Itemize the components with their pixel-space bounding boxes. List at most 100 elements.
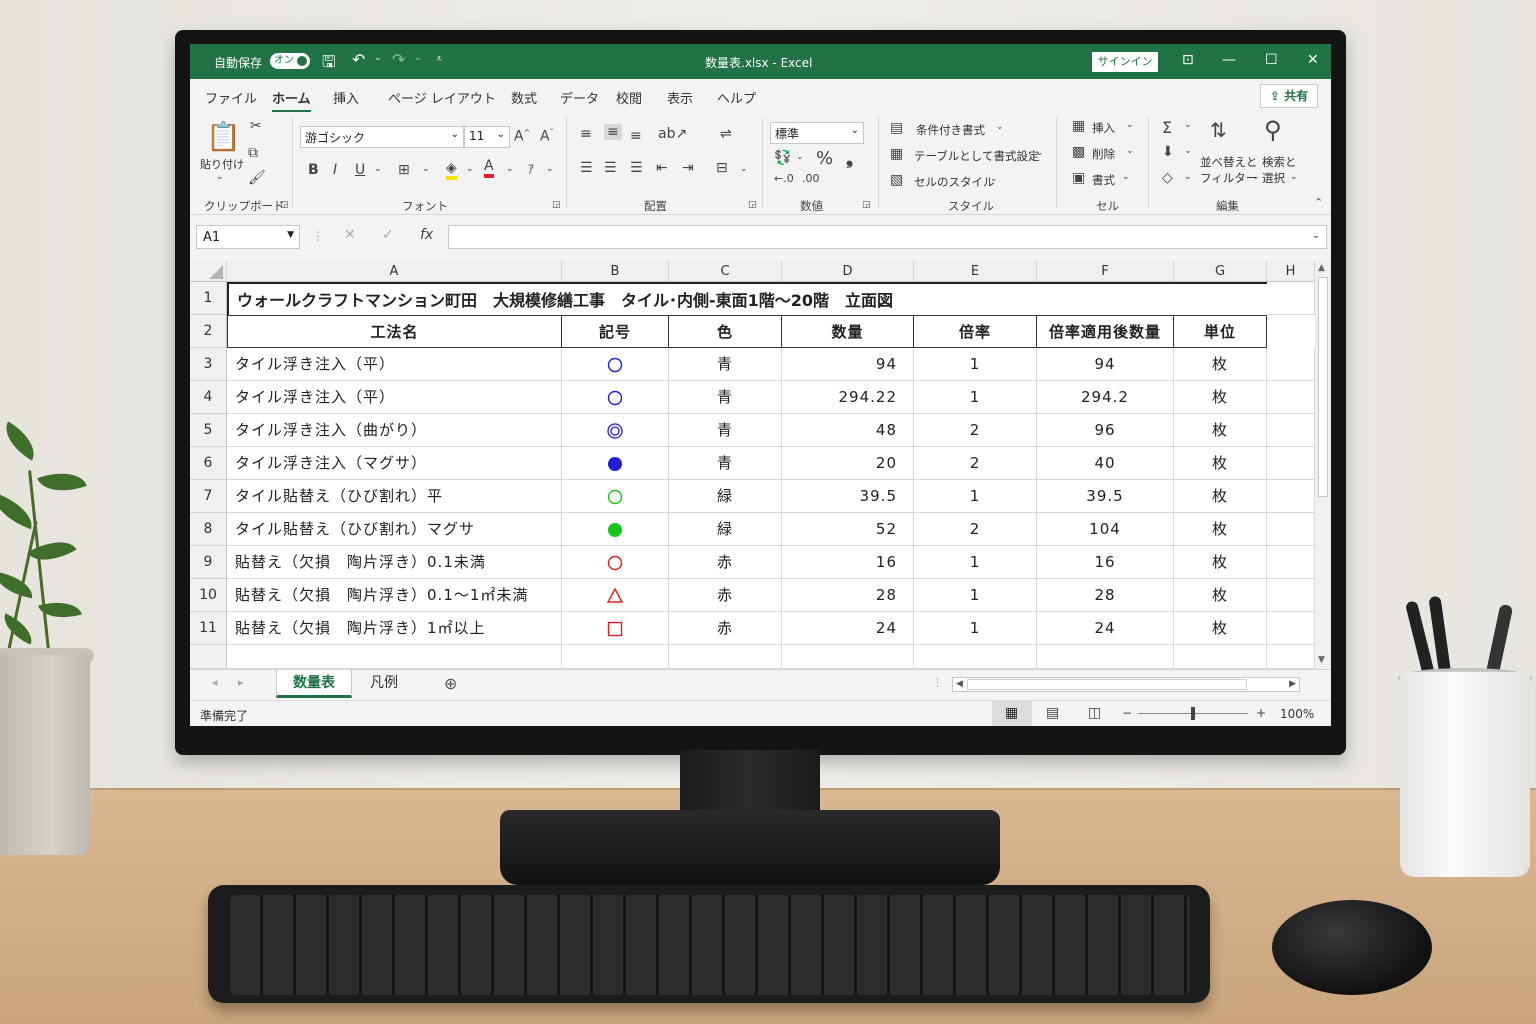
method-cell[interactable]: タイル浮き注入（平）: [227, 348, 562, 381]
cut-icon[interactable]: ✂: [250, 118, 262, 134]
adjusted-quantity-cell[interactable]: 24: [1037, 612, 1174, 645]
zoom-slider[interactable]: [1138, 707, 1248, 720]
unit-cell[interactable]: 枚: [1174, 480, 1267, 513]
row-header[interactable]: 1: [190, 282, 227, 315]
fill-color-icon[interactable]: ◈: [446, 160, 457, 180]
method-cell[interactable]: タイル貼替え（ひび割れ）マグサ: [227, 513, 562, 546]
cell-styles-dropdown-icon[interactable]: ⌄: [990, 174, 998, 184]
horizontal-scroll-thumb[interactable]: [967, 679, 1247, 690]
tab-view[interactable]: 表示: [667, 88, 693, 107]
color-cell[interactable]: 緑: [669, 480, 782, 513]
merge-dropdown-icon[interactable]: ⌄: [740, 164, 748, 174]
undo-icon[interactable]: ↶: [352, 50, 365, 69]
align-bottom-icon[interactable]: ≡: [630, 128, 642, 144]
symbol-cell[interactable]: [562, 513, 669, 546]
symbol-cell[interactable]: [562, 414, 669, 447]
copy-icon[interactable]: ⧉: [248, 145, 258, 161]
minimize-icon[interactable]: —: [1222, 52, 1236, 68]
scroll-right-icon[interactable]: ▶: [1289, 679, 1296, 689]
zoom-level[interactable]: 100%: [1280, 707, 1314, 721]
adjusted-quantity-cell[interactable]: 104: [1037, 513, 1174, 546]
phonetic-icon[interactable]: ｱ: [528, 160, 534, 177]
row-header[interactable]: 10: [190, 579, 227, 612]
adjusted-quantity-cell[interactable]: 40: [1037, 447, 1174, 480]
horizontal-scrollbar[interactable]: ◀ ▶: [952, 677, 1300, 692]
align-center-icon[interactable]: ☰: [604, 160, 617, 176]
tab-data[interactable]: データ: [560, 88, 599, 107]
delete-cells-dropdown-icon[interactable]: ⌄: [1126, 146, 1134, 156]
symbol-cell[interactable]: [562, 348, 669, 381]
rate-cell[interactable]: 2: [914, 447, 1037, 480]
unit-cell[interactable]: 枚: [1174, 348, 1267, 381]
row-header[interactable]: 11: [190, 612, 227, 645]
paste-icon[interactable]: 📋: [206, 120, 241, 153]
insert-cells-button[interactable]: 挿入: [1092, 120, 1115, 136]
color-cell[interactable]: 青: [669, 447, 782, 480]
align-top-icon[interactable]: ≡: [580, 126, 592, 142]
close-icon[interactable]: ✕: [1307, 52, 1319, 68]
cell[interactable]: [1267, 282, 1315, 315]
worksheet-grid[interactable]: A B C D E F G H 1 2 3 4 5 6 7 8 9 10 11 …: [190, 261, 1315, 669]
cell[interactable]: [1267, 579, 1315, 612]
method-cell[interactable]: タイル貼替え（ひび割れ）平: [227, 480, 562, 513]
ribbon-display-icon[interactable]: ⊡: [1182, 52, 1194, 68]
zoom-slider-thumb[interactable]: [1191, 707, 1195, 720]
column-header-a[interactable]: A: [227, 261, 562, 282]
cell[interactable]: [914, 645, 1037, 669]
header-quantity[interactable]: 数量: [782, 315, 914, 348]
cell[interactable]: [669, 645, 782, 669]
paste-dropdown-icon[interactable]: ⌄: [216, 172, 224, 182]
cell[interactable]: [1267, 513, 1315, 546]
decrease-decimal-icon[interactable]: .00: [802, 172, 820, 185]
comma-style-icon[interactable]: ❟: [846, 148, 853, 169]
find-select-icon[interactable]: ⚲: [1264, 116, 1282, 144]
number-format-dropdown[interactable]: 標準 ⌄: [770, 122, 864, 144]
adjusted-quantity-cell[interactable]: 294.2: [1037, 381, 1174, 414]
redo-dropdown-icon[interactable]: ⌄: [414, 53, 422, 63]
row-header[interactable]: [190, 645, 227, 669]
scroll-up-icon[interactable]: ▲: [1318, 263, 1325, 273]
header-method[interactable]: 工法名: [227, 315, 562, 348]
cell-styles-icon[interactable]: ▧: [890, 172, 903, 188]
unit-cell[interactable]: 枚: [1174, 579, 1267, 612]
alignment-launcher-icon[interactable]: ◲: [748, 200, 757, 210]
phonetic-dropdown-icon[interactable]: ⌄: [546, 164, 554, 174]
cell[interactable]: [1267, 546, 1315, 579]
cell[interactable]: [1267, 348, 1315, 381]
tab-home[interactable]: ホーム: [272, 88, 311, 113]
next-sheet-icon[interactable]: ▸: [238, 676, 244, 689]
tab-review[interactable]: 校閲: [616, 88, 642, 107]
rate-cell[interactable]: 1: [914, 381, 1037, 414]
underline-dropdown-icon[interactable]: ⌄: [374, 164, 382, 174]
conditional-format-icon[interactable]: ▤: [890, 120, 903, 136]
adjusted-quantity-cell[interactable]: 16: [1037, 546, 1174, 579]
row-header[interactable]: 5: [190, 414, 227, 447]
unit-cell[interactable]: 枚: [1174, 381, 1267, 414]
row-header[interactable]: 9: [190, 546, 227, 579]
wrap-text-icon[interactable]: ⇌: [720, 126, 732, 142]
cell[interactable]: [782, 645, 914, 669]
sort-filter-icon[interactable]: ⇅: [1210, 118, 1227, 142]
color-cell[interactable]: 青: [669, 414, 782, 447]
sort-filter-dropdown-icon[interactable]: ⌄: [1252, 172, 1260, 182]
header-adjusted-quantity[interactable]: 倍率適用後数量: [1037, 315, 1174, 348]
increase-indent-icon[interactable]: ⇥: [682, 160, 694, 176]
tab-page-layout[interactable]: ページ レイアウト: [388, 88, 496, 107]
page-layout-view-icon[interactable]: ▤: [1046, 705, 1059, 721]
underline-icon[interactable]: U: [355, 162, 365, 178]
decrease-indent-icon[interactable]: ⇤: [656, 160, 668, 176]
font-color-dropdown-icon[interactable]: ⌄: [506, 164, 514, 174]
unit-cell[interactable]: 枚: [1174, 414, 1267, 447]
cell[interactable]: [227, 645, 562, 669]
method-cell[interactable]: 貼替え（欠損 陶片浮き）1㎡以上: [227, 612, 562, 645]
sort-filter-label-1[interactable]: 並べ替えと: [1200, 154, 1258, 170]
insert-cells-dropdown-icon[interactable]: ⌄: [1126, 120, 1134, 130]
decrease-font-icon[interactable]: Aˇ: [540, 128, 554, 145]
fill-color-dropdown-icon[interactable]: ⌄: [466, 164, 474, 174]
column-header-e[interactable]: E: [914, 261, 1037, 282]
column-header-b[interactable]: B: [562, 261, 669, 282]
font-name-dropdown[interactable]: 游ゴシック ⌄: [300, 126, 464, 148]
symbol-cell[interactable]: [562, 546, 669, 579]
select-all-corner[interactable]: [190, 261, 227, 282]
fill-icon[interactable]: ⬇: [1162, 144, 1174, 160]
